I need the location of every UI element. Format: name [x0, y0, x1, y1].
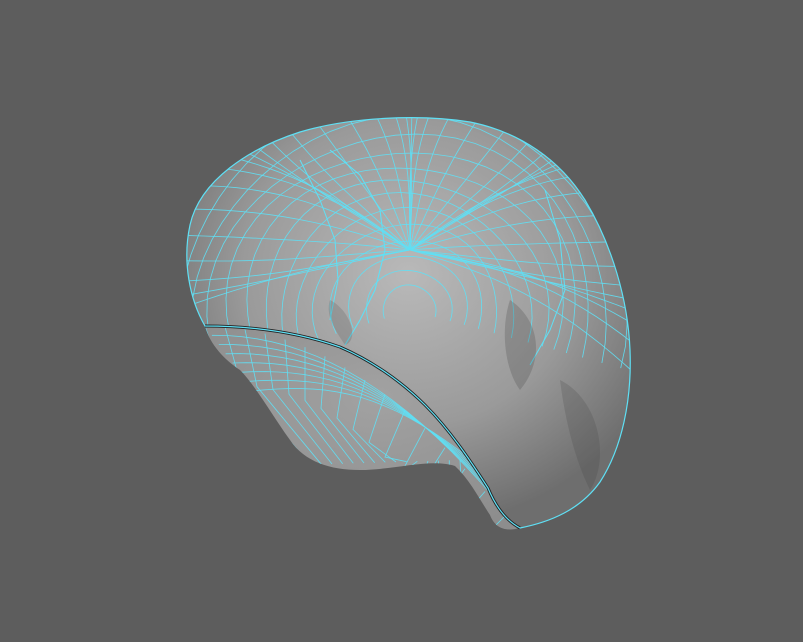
- 3d-viewport[interactable]: [0, 0, 803, 642]
- viewport-canvas[interactable]: [0, 0, 803, 642]
